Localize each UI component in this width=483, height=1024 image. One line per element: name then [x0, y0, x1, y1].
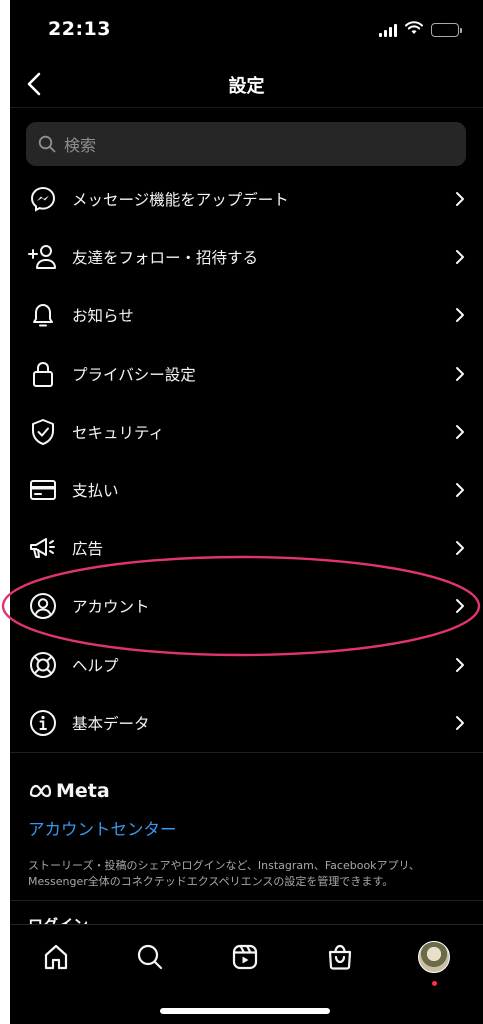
settings-item-label: アカウント: [72, 598, 150, 617]
credit-card-icon: [28, 475, 58, 505]
megaphone-icon: [28, 533, 58, 563]
section-divider: [10, 752, 483, 753]
search-icon: [137, 944, 163, 970]
home-indicator: [160, 1008, 330, 1014]
settings-item-privacy[interactable]: プライバシー設定: [10, 345, 483, 403]
meta-section: Meta アカウントセンター ストーリーズ・投稿のシェアやログインなど、Inst…: [28, 780, 468, 890]
chevron-right-icon: [453, 306, 467, 324]
info-icon: [28, 708, 58, 738]
battery-icon: [431, 22, 462, 37]
search-icon: [38, 135, 56, 153]
settings-item-ads[interactable]: 広告: [10, 519, 483, 577]
login-section-heading: ログイン: [28, 914, 88, 924]
meta-infinity-icon: [29, 784, 52, 798]
chevron-right-icon: [453, 597, 467, 615]
tab-reels[interactable]: [225, 937, 265, 977]
settings-item-messaging-update[interactable]: メッセージ機能をアップデート: [10, 170, 483, 228]
tab-home[interactable]: [36, 937, 76, 977]
shield-check-icon: [28, 417, 58, 447]
notification-dot: [432, 981, 437, 986]
settings-item-label: セキュリティ: [72, 423, 165, 442]
settings-item-label: 広告: [72, 540, 104, 559]
meta-description: ストーリーズ・投稿のシェアやログインなど、Instagram、Facebookア…: [28, 859, 420, 888]
settings-item-label: メッセージ機能をアップデート: [72, 191, 289, 210]
phone-screen: 22:13 設定 検索 メッセージ機能をアップデート 友達をフォロー・招待する …: [10, 0, 483, 1024]
page-title: 設定: [228, 76, 265, 97]
tab-profile[interactable]: [414, 937, 454, 986]
meta-logo-text: Meta: [56, 780, 110, 802]
settings-item-security[interactable]: セキュリティ: [10, 403, 483, 461]
status-icons: [379, 20, 462, 39]
avatar: [418, 941, 450, 973]
nav-header: 設定: [10, 60, 483, 108]
chevron-right-icon: [453, 539, 467, 557]
settings-item-label: 支払い: [72, 482, 119, 501]
settings-item-help[interactable]: ヘルプ: [10, 636, 483, 694]
settings-list: メッセージ機能をアップデート 友達をフォロー・招待する お知らせ プライバシー設…: [10, 170, 483, 752]
status-time: 22:13: [48, 18, 111, 40]
chevron-right-icon: [453, 714, 467, 732]
settings-item-payments[interactable]: 支払い: [10, 461, 483, 519]
settings-item-label: プライバシー設定: [72, 365, 196, 384]
account-center-link[interactable]: アカウントセンター: [28, 816, 468, 840]
shop-icon: [328, 944, 352, 970]
meta-logo: Meta: [28, 780, 468, 802]
search-placeholder: 検索: [64, 136, 97, 155]
messenger-icon: [28, 184, 58, 214]
chevron-right-icon: [453, 190, 467, 208]
chevron-right-icon: [453, 481, 467, 499]
lock-icon: [28, 359, 58, 389]
cellular-signal-icon: [379, 23, 397, 37]
lifebuoy-icon: [28, 650, 58, 680]
settings-item-label: 基本データ: [72, 714, 150, 733]
settings-item-label: お知らせ: [72, 307, 134, 326]
settings-item-about[interactable]: 基本データ: [10, 694, 483, 752]
settings-item-account[interactable]: アカウント: [10, 577, 483, 635]
settings-item-label: 友達をフォロー・招待する: [72, 249, 259, 268]
search-input[interactable]: 検索: [26, 122, 466, 166]
add-person-icon: [28, 242, 58, 272]
reels-icon: [232, 944, 258, 970]
tab-shop[interactable]: [320, 937, 360, 977]
settings-item-notifications[interactable]: お知らせ: [10, 286, 483, 344]
status-bar: 22:13: [10, 0, 483, 60]
section-divider: [10, 900, 483, 901]
chevron-right-icon: [453, 656, 467, 674]
chevron-right-icon: [453, 365, 467, 383]
account-circle-icon: [28, 591, 58, 621]
chevron-right-icon: [453, 423, 467, 441]
bell-icon: [28, 300, 58, 330]
wifi-icon: [405, 20, 423, 39]
settings-item-label: ヘルプ: [72, 656, 119, 675]
home-icon: [44, 944, 68, 970]
chevron-right-icon: [453, 248, 467, 266]
tab-search[interactable]: [130, 937, 170, 977]
settings-item-follow-invite[interactable]: 友達をフォロー・招待する: [10, 228, 483, 286]
